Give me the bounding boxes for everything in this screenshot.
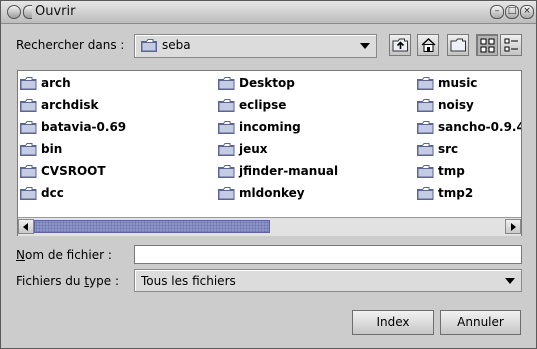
folder-icon [417,77,434,93]
folder-icon [218,99,235,115]
lookin-value: seba [162,38,191,52]
new-folder-button[interactable] [447,34,469,56]
list-item-label: CVSROOT [41,164,106,178]
home-icon [421,38,436,52]
folder-icon [20,165,37,181]
list-item-label: noisy [438,98,474,112]
scroll-left-button[interactable] [18,219,34,234]
folder-icon [218,121,235,137]
list-item-label: tmp2 [438,186,474,200]
scroll-thumb[interactable] [34,220,270,233]
open-dialog: Ouvrir – □ × Rechercher dans : seba arch… [0,0,537,349]
horizontal-scrollbar[interactable] [18,217,521,236]
up-one-level-button[interactable] [389,34,411,56]
list-view-button[interactable] [476,34,498,56]
filetype-value: Tous les fichiers [141,274,236,288]
folder-icon [417,143,434,159]
arrow-left-icon [23,223,28,231]
list-item-label: jfinder-manual [239,164,339,178]
details-view-icon [504,38,518,52]
list-item-label: src [438,142,459,156]
shade-icon[interactable] [23,5,32,19]
folder-icon [20,143,37,159]
folder-icon [417,187,434,203]
folder-icon [218,77,235,93]
folder-icon [218,143,235,159]
list-item-label: archdisk [41,98,99,112]
folder-icon [218,165,235,181]
list-item-label: Desktop [239,76,295,90]
minimize-icon[interactable]: – [490,5,504,19]
list-item-label: arch [41,76,71,90]
file-list-pane[interactable]: arch archdisk batavia-0.69 bin CVSROOT dcc Des… [17,70,522,236]
list-item-label: mldonkey [239,186,305,200]
filename-label: Nom de fichier : [16,248,112,262]
folder-icon [141,39,157,55]
list-item-label: incoming [239,120,301,134]
title-bar[interactable]: Ouvrir – □ × [1,1,536,24]
filetype-label-rest: ype : [89,274,120,288]
open-button[interactable]: Index [352,310,434,335]
filename-label-mnemonic: N [16,248,25,262]
list-item-label: tmp [438,164,465,178]
list-item-label: music [438,76,478,90]
chevron-down-icon[interactable] [360,43,370,49]
folder-icon [20,187,37,203]
maximize-icon[interactable]: □ [505,5,519,19]
list-item-label: dcc [41,186,64,200]
lookin-combo[interactable]: seba [134,34,377,58]
arrow-right-icon [511,223,516,231]
filename-input[interactable] [134,245,522,264]
file-list[interactable]: arch archdisk batavia-0.69 bin CVSROOT dcc Des… [18,71,521,217]
list-item-label: eclipse [239,98,287,112]
window-title: Ouvrir [35,4,76,19]
filetype-combo[interactable]: Tous les fichiers [134,269,522,292]
cancel-button[interactable]: Annuler [440,310,521,335]
folder-icon [20,121,37,137]
list-view-icon [480,38,495,53]
list-item-label: bin [41,142,63,156]
list-item-label: jeux [239,142,268,156]
filetype-label: Fichiers du type : [16,274,119,288]
folder-icon [417,165,434,181]
details-view-button[interactable] [500,34,522,56]
lookin-label: Rechercher dans : [16,38,125,52]
chevron-down-icon[interactable] [505,278,515,284]
window-menu-icon[interactable] [7,5,21,19]
list-item-label: sancho-0.9.4- [438,120,521,134]
list-item-label: batavia-0.69 [41,120,127,134]
home-button[interactable] [417,34,439,56]
folder-icon [20,77,37,93]
filename-label-text: om de fichier : [24,248,112,262]
folder-icon [20,99,37,115]
new-folder-icon [450,38,466,52]
close-icon[interactable]: × [520,5,534,19]
folder-icon [218,187,235,203]
folder-up-icon [392,38,408,52]
folder-icon [417,121,434,137]
filetype-label-pre: Fichiers du [16,274,85,288]
scroll-right-button[interactable] [505,219,521,234]
folder-icon [417,99,434,115]
